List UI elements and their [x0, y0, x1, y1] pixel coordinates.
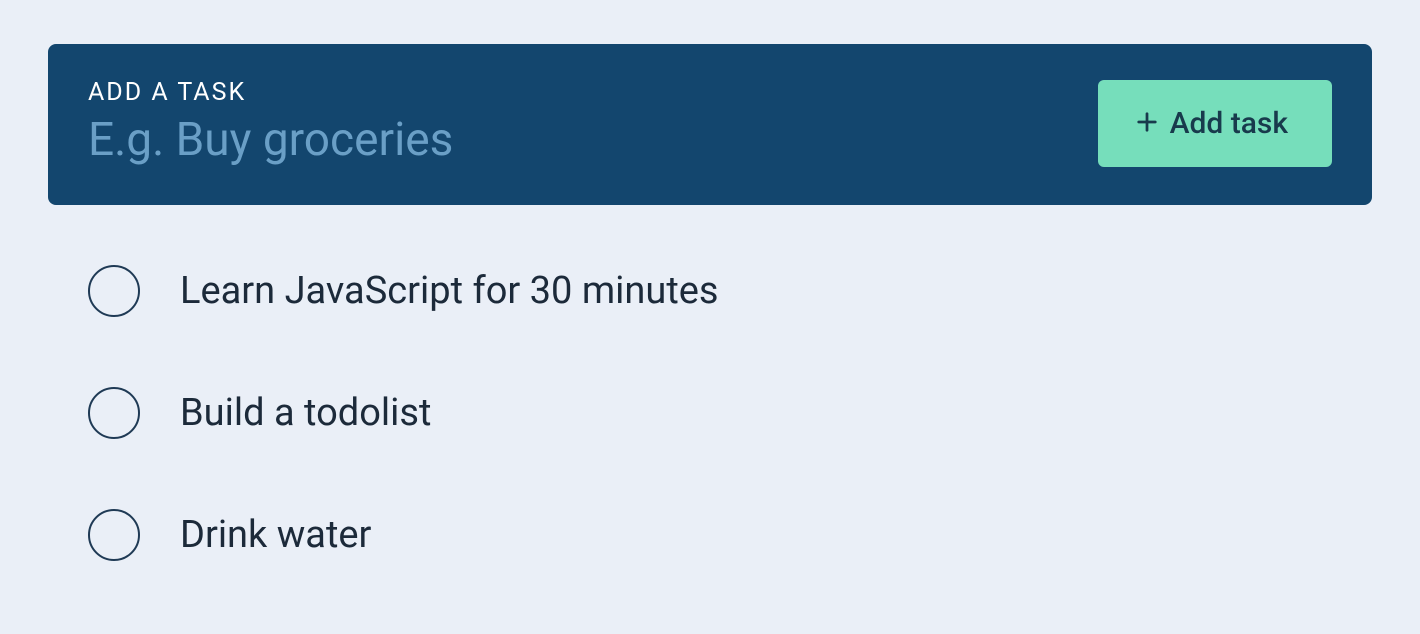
- task-text: Drink water: [180, 513, 371, 557]
- add-task-button-label: Add task: [1170, 106, 1288, 141]
- plus-icon: [1136, 110, 1158, 138]
- task-input[interactable]: [88, 113, 1078, 167]
- add-task-button[interactable]: Add task: [1098, 80, 1332, 167]
- task-checkbox[interactable]: [88, 509, 140, 561]
- task-item: Build a todolist: [88, 387, 1372, 439]
- task-checkbox[interactable]: [88, 387, 140, 439]
- task-item: Drink water: [88, 509, 1372, 561]
- task-list: Learn JavaScript for 30 minutes Build a …: [48, 205, 1372, 561]
- task-text: Learn JavaScript for 30 minutes: [180, 269, 719, 313]
- task-text: Build a todolist: [180, 391, 431, 435]
- add-task-panel: Add a task Add task: [48, 44, 1372, 205]
- task-checkbox[interactable]: [88, 265, 140, 317]
- task-item: Learn JavaScript for 30 minutes: [88, 265, 1372, 317]
- add-task-label: Add a task: [88, 78, 1078, 107]
- add-task-input-wrap: Add a task: [88, 78, 1078, 167]
